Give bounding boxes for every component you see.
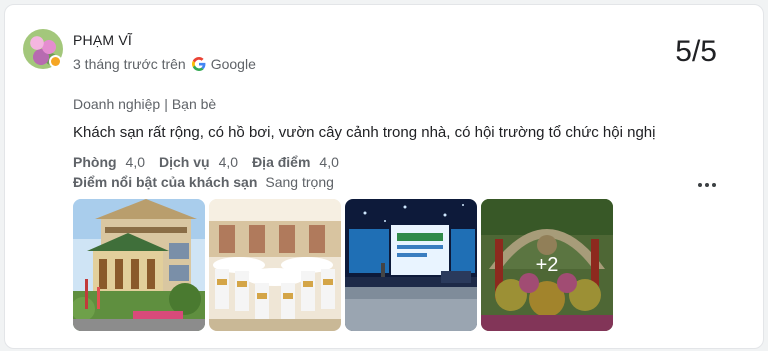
highlight-label: Điểm nổi bật của khách sạn [73,174,258,190]
tag-friends: Bạn bè [171,96,217,112]
review-text: Khách sạn rất rộng, có hồ bơi, vườn cây … [73,124,656,141]
conference-stage-image [345,199,477,331]
banquet-hall-image [209,199,341,331]
local-guide-badge-icon [49,55,62,68]
review-meta: 3 tháng trước trên Google [73,56,256,72]
tag-separator: | [164,96,168,112]
review-photo-3[interactable] [345,199,477,331]
author-name[interactable]: PHẠM VĨ [73,32,132,48]
review-photos: +2 [73,199,613,331]
review-photo-1[interactable] [73,199,205,331]
sub-ratings: Phòng 4,0 Dịch vụ 4,0 Địa điểm 4,0 [73,154,353,170]
rating-label: Địa điểm [252,154,311,170]
highlight-value: Sang trọng [265,174,334,190]
review-time: 3 tháng trước trên [73,56,186,72]
hotel-building-image [73,199,205,331]
rating-location: Địa điểm 4,0 [252,154,339,170]
tag-business: Doanh nghiệp [73,96,161,112]
rating-value: 4,0 [319,154,339,170]
reviewer-tags: Doanh nghiệp | Bạn bè [73,96,216,112]
google-g-icon [191,57,206,71]
hotel-highlight: Điểm nổi bật của khách sạn Sang trọng [73,174,334,190]
review-source: Google [210,56,256,72]
more-photos-count[interactable]: +2 [481,199,613,331]
more-options-button[interactable] [695,177,719,193]
rating-service: Dịch vụ 4,0 [159,154,238,170]
review-photo-4[interactable]: +2 [481,199,613,331]
rating-value: 4,0 [218,154,239,170]
more-vert-icon [698,183,716,187]
rating-label: Phòng [73,154,117,170]
rating-room: Phòng 4,0 [73,154,145,170]
rating-label: Dịch vụ [159,154,210,170]
rating-value: 4,0 [125,154,146,170]
review-photo-2[interactable] [209,199,341,331]
review-card: PHẠM VĨ 3 tháng trước trên Google 5/5 Do… [4,4,764,349]
review-score: 5/5 [675,35,717,68]
